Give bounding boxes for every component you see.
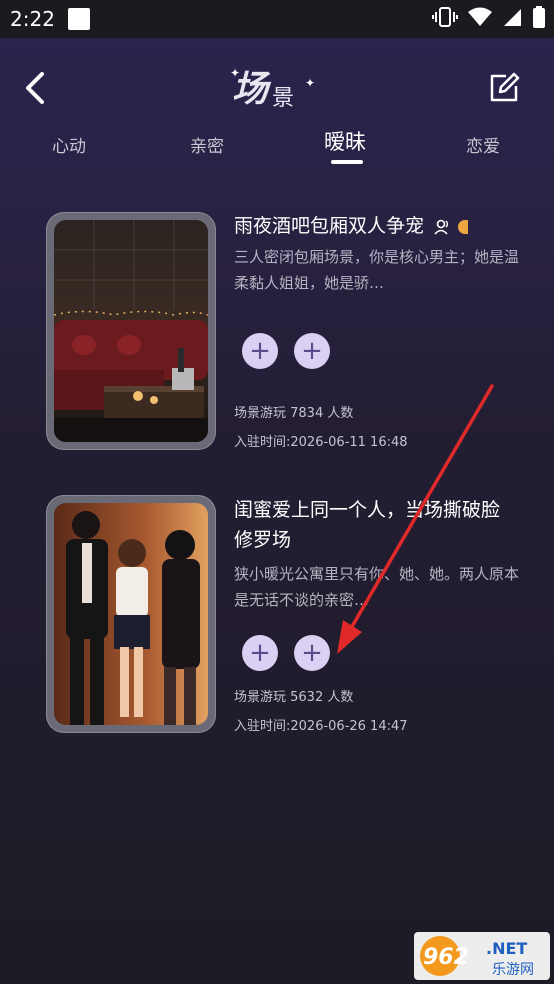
svg-text:.NET: .NET bbox=[486, 939, 527, 958]
watermark-logo: 962 .NET 乐游网 bbox=[414, 932, 550, 980]
annotation-arrow bbox=[337, 384, 494, 654]
svg-text:乐游网: 乐游网 bbox=[492, 962, 534, 978]
svg-text:962: 962 bbox=[423, 945, 469, 970]
